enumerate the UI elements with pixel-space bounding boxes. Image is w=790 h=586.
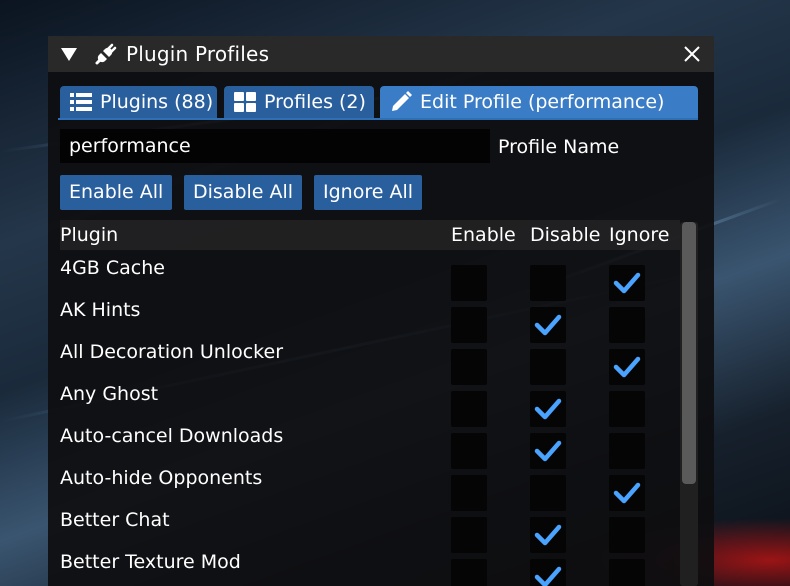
tab-profiles[interactable]: Profiles (2) [224,86,374,118]
pencil-icon [392,91,412,111]
table-row: Better Texture Mod [60,547,680,586]
tab-edit-profile-label: Edit Profile (performance) [420,91,665,113]
checkmark-icon [534,440,562,462]
plugin-name: Auto-hide Opponents [60,467,263,489]
enable-checkbox[interactable] [451,559,487,586]
table-row: AK Hints [60,295,680,343]
close-icon[interactable] [682,44,702,64]
list-icon [70,93,92,111]
checkmark-icon [613,482,641,504]
plugin-name: 4GB Cache [60,257,165,279]
profile-name-input[interactable] [60,129,490,163]
plugin-name: All Decoration Unlocker [60,341,283,363]
collapse-arrow-icon[interactable] [61,47,77,61]
checkmark-icon [534,566,562,586]
header-disable: Disable [530,224,601,246]
table-row: Better Chat [60,505,680,553]
table-row: Auto-cancel Downloads [60,421,680,469]
header-plugin: Plugin [60,224,119,246]
plugin-name: Any Ghost [60,383,159,405]
ignore-checkbox[interactable] [609,559,645,586]
table-row: Auto-hide Opponents [60,463,680,511]
plugin-profiles-window: Plugin Profiles Plugins (88) Profiles (2… [48,36,714,586]
checkmark-icon [534,398,562,420]
grid-icon [234,92,256,112]
tab-bar: Plugins (88) Profiles (2) Edit Profile (… [48,86,714,120]
scrollbar-thumb[interactable] [682,222,696,484]
ignore-all-button[interactable]: Ignore All [314,175,423,210]
tab-edit-profile[interactable]: Edit Profile (performance) [380,86,698,118]
tab-underline [58,118,698,120]
plugin-name: Better Texture Mod [60,551,241,573]
header-ignore: Ignore [609,224,670,246]
table-row: 4GB Cache [60,253,680,301]
tab-plugins-label: Plugins (88) [100,91,214,113]
disable-all-button[interactable]: Disable All [184,175,303,210]
disable-checkbox[interactable] [530,559,566,586]
table-header: Plugin Enable Disable Ignore [60,220,680,250]
profile-name-label: Profile Name [498,136,620,158]
enable-all-button[interactable]: Enable All [60,175,173,210]
title-bar[interactable]: Plugin Profiles [48,36,714,72]
plugin-name: Better Chat [60,509,170,531]
plugin-name: AK Hints [60,299,141,321]
table-row: Any Ghost [60,379,680,427]
plugin-name: Auto-cancel Downloads [60,425,284,447]
checkmark-icon [534,524,562,546]
plug-icon [95,43,117,65]
table-row: All Decoration Unlocker [60,337,680,385]
checkmark-icon [534,314,562,336]
scrollbar[interactable] [680,222,698,586]
checkmark-icon [613,272,641,294]
window-title: Plugin Profiles [126,42,270,66]
tab-profiles-label: Profiles (2) [264,91,366,113]
checkmark-icon [613,356,641,378]
tab-plugins[interactable]: Plugins (88) [60,86,217,118]
header-enable: Enable [451,224,516,246]
